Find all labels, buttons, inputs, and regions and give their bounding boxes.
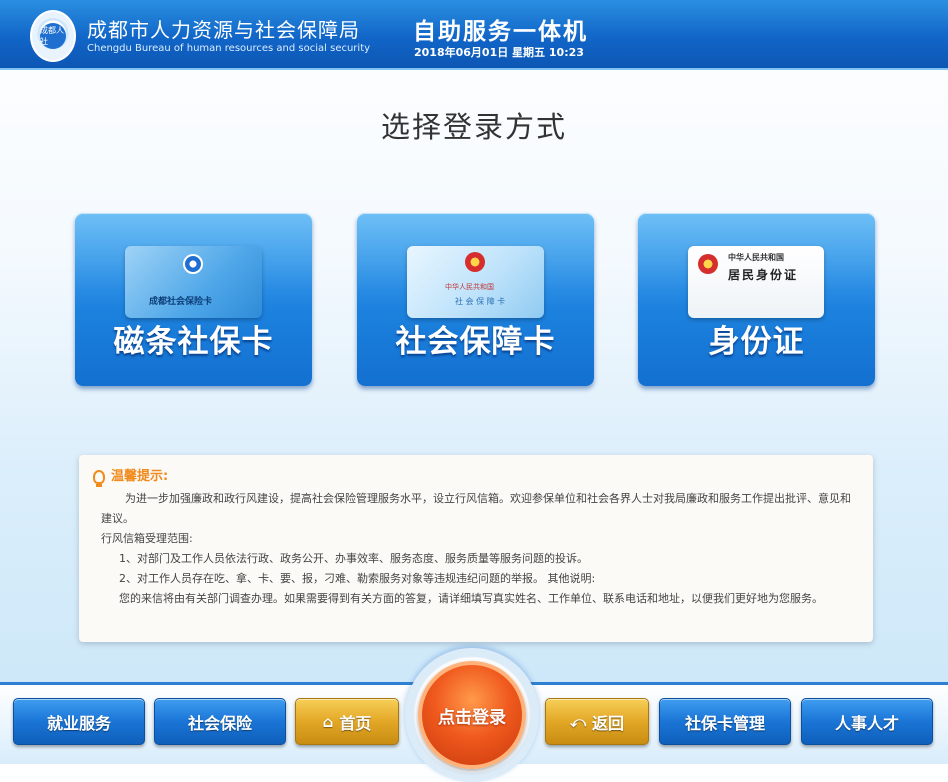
nav-button-label: 首页 (339, 713, 372, 733)
home-icon: ⌂ (322, 712, 334, 731)
back-button[interactable]: ⤺ 返回 (545, 698, 649, 745)
back-arrow-icon: ⤺ (569, 712, 587, 731)
notice-paragraph: 行风信箱受理范围: (101, 532, 193, 545)
datetime: 2018年06月01日 星期五 10:23 (414, 46, 584, 59)
login-card-magnetic-social-card[interactable]: 成都社会保险卡 磁条社保卡 (75, 213, 312, 386)
nav-button-label: 就业服务 (46, 713, 111, 733)
notice-panel: 温馨提示: 为进一步加强廉政和政行风建设，提高社会保险管理服务水平，设立行风信箱… (79, 455, 873, 642)
card-image-text-country: 中华人民共和国 (445, 283, 494, 291)
social-security-card-image: 中华人民共和国 社 会 保 障 卡 (407, 246, 544, 318)
card-image-text-country: 中华人民共和国 (728, 253, 784, 262)
notice-header: 温馨提示: (93, 467, 853, 487)
card-image-text-type: 居民身份证 (728, 268, 799, 282)
id-card-image: 中华人民共和国 居民身份证 (688, 246, 824, 318)
card-label: 身份证 (708, 324, 805, 360)
nav-button-label: 返回 (592, 713, 625, 733)
card-image-text-type: 社 会 保 障 卡 (455, 297, 506, 306)
org-title: 成都市人力资源与社会保障局 (87, 18, 360, 42)
notice-paragraph: 为进一步加强廉政和政行风建设，提高社会保险管理服务水平，设立行风信箱。欢迎参保单… (101, 492, 851, 525)
national-emblem-icon (465, 252, 485, 272)
nav-button-label: 社保卡管理 (684, 713, 765, 733)
nav-button-label: 人事人才 (834, 713, 899, 733)
org-subtitle: Chengdu Bureau of human resources and so… (87, 43, 371, 54)
bureau-logo: 成都人社 (30, 10, 76, 62)
notice-title: 温馨提示: (111, 469, 169, 484)
social-insurance-emblem-icon (183, 254, 203, 274)
notice-paragraph: 您的来信将由有关部门调查办理。如果需要得到有关方面的答复，请详细填写真实姓名、工… (119, 592, 823, 605)
header-bar: 成都人社 成都市人力资源与社会保障局 Chengdu Bureau of hum… (0, 0, 948, 70)
kiosk-title: 自助服务一体机 (413, 19, 588, 45)
national-emblem-icon (698, 254, 718, 274)
social-card-management-button[interactable]: 社保卡管理 (659, 698, 791, 745)
login-button[interactable]: 点击登录 (418, 661, 526, 769)
login-button-label: 点击登录 (438, 707, 506, 728)
home-button[interactable]: ⌂ 首页 (295, 698, 399, 745)
personnel-talent-button[interactable]: 人事人才 (801, 698, 933, 745)
notice-list-item: 2、对工作人员存在吃、拿、卡、要、报，刁难、勒索服务对象等违规违纪问题的举报。 … (119, 572, 596, 585)
notice-list-item: 1、对部门及工作人员依法行政、政务公开、办事效率、服务态度、服务质量等服务问题的… (119, 552, 588, 565)
card-label: 社会保障卡 (395, 324, 556, 360)
employment-service-button[interactable]: 就业服务 (13, 698, 145, 745)
login-card-social-security-card[interactable]: 中华人民共和国 社 会 保 障 卡 社会保障卡 (357, 213, 594, 386)
bureau-logo-emblem: 成都人社 (40, 23, 66, 49)
login-card-id-card[interactable]: 中华人民共和国 居民身份证 身份证 (638, 213, 875, 386)
card-label: 磁条社保卡 (113, 324, 274, 360)
page-title: 选择登录方式 (380, 110, 567, 144)
magnetic-card-image-text: 成都社会保险卡 (149, 297, 213, 307)
social-insurance-button[interactable]: 社会保险 (154, 698, 286, 745)
magnetic-card-image: 成都社会保险卡 (125, 246, 262, 318)
nav-button-label: 社会保险 (187, 713, 252, 733)
lightbulb-icon (93, 470, 105, 487)
